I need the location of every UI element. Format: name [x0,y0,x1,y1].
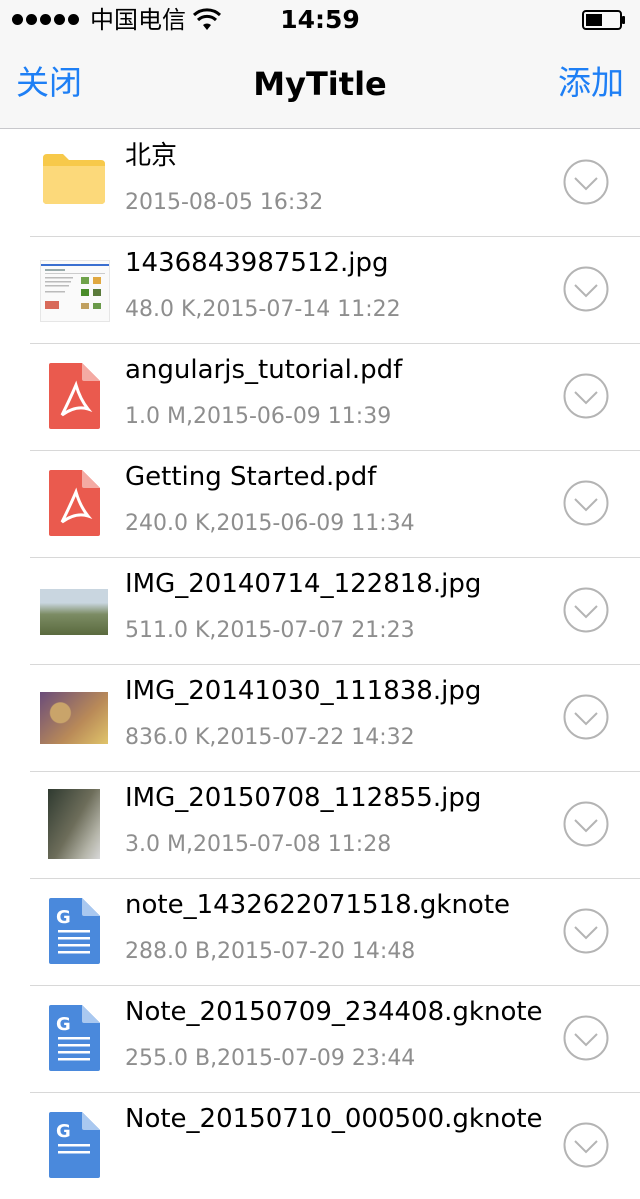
folder-icon [43,154,105,204]
file-meta: 2015-08-05 16:32 [125,190,324,215]
file-name: note_1432622071518.gknote [125,890,511,920]
chevron-down-icon[interactable] [563,908,609,954]
file-meta: 240.0 K,2015-06-09 11:34 [125,511,415,536]
image-thumbnail [40,260,110,322]
file-name: IMG_20140714_122818.jpg [125,569,482,599]
list-item[interactable]: 1436843987512.jpg 48.0 K,2015-07-14 11:2… [0,236,640,344]
svg-text:G: G [56,1121,71,1142]
list-item[interactable]: G Note_20150710_000500.gknote [0,1092,640,1199]
chevron-down-icon[interactable] [563,480,609,526]
chevron-down-icon[interactable] [563,159,609,205]
file-meta: 288.0 B,2015-07-20 14:48 [125,939,416,964]
image-thumbnail [48,789,100,859]
chevron-down-icon[interactable] [563,1122,609,1168]
list-item[interactable]: IMG_20150708_112855.jpg 3.0 M,2015-07-08… [0,771,640,879]
file-meta: 48.0 K,2015-07-14 11:22 [125,297,401,322]
image-thumbnail [40,692,108,744]
file-name: IMG_20141030_111838.jpg [125,676,482,706]
file-meta: 3.0 M,2015-07-08 11:28 [125,832,392,857]
list-item[interactable]: Getting Started.pdf 240.0 K,2015-06-09 1… [0,450,640,558]
clock: 14:59 [280,5,360,34]
chevron-down-icon[interactable] [563,587,609,633]
file-name: IMG_20150708_112855.jpg [125,783,482,813]
file-name: Getting Started.pdf [125,462,377,492]
gknote-icon: G [49,1005,100,1071]
battery-icon [582,10,625,30]
file-name: Note_20150709_234408.gknote [125,997,543,1027]
status-bar: 中国电信 14:59 [0,0,640,40]
file-meta: 511.0 K,2015-07-07 21:23 [125,618,415,643]
svg-text:G: G [56,1014,71,1035]
gknote-icon: G [49,1112,100,1178]
add-button[interactable]: 添加 [558,62,624,104]
list-item[interactable]: G note_1432622071518.gknote 288.0 B,2015… [0,878,640,986]
file-meta: 836.0 K,2015-07-22 14:32 [125,725,415,750]
list-item[interactable]: G Note_20150709_234408.gknote 255.0 B,20… [0,985,640,1093]
file-name: angularjs_tutorial.pdf [125,355,403,385]
pdf-icon [49,363,100,429]
list-item[interactable]: IMG_20140714_122818.jpg 511.0 K,2015-07-… [0,557,640,665]
navigation-bar: 关闭 MyTitle 添加 [0,40,640,129]
chevron-down-icon[interactable] [563,373,609,419]
file-meta: 255.0 B,2015-07-09 23:44 [125,1046,416,1071]
file-name: 北京 [125,141,178,171]
page-title: MyTitle [253,65,387,103]
list-item[interactable]: 北京 2015-08-05 16:32 [0,129,640,237]
chevron-down-icon[interactable] [563,1015,609,1061]
gknote-icon: G [49,898,100,964]
chevron-down-icon[interactable] [563,801,609,847]
svg-text:G: G [56,907,71,928]
list-item[interactable]: IMG_20141030_111838.jpg 836.0 K,2015-07-… [0,664,640,772]
chevron-down-icon[interactable] [563,266,609,312]
image-thumbnail [40,589,108,635]
file-list: 北京 2015-08-05 16:32 1436843987512.jpg 48… [0,129,640,1199]
chevron-down-icon[interactable] [563,694,609,740]
list-item[interactable]: angularjs_tutorial.pdf 1.0 M,2015-06-09 … [0,343,640,451]
file-name: 1436843987512.jpg [125,248,389,278]
file-meta: 1.0 M,2015-06-09 11:39 [125,404,392,429]
file-name: Note_20150710_000500.gknote [125,1104,543,1134]
pdf-icon [49,470,100,536]
